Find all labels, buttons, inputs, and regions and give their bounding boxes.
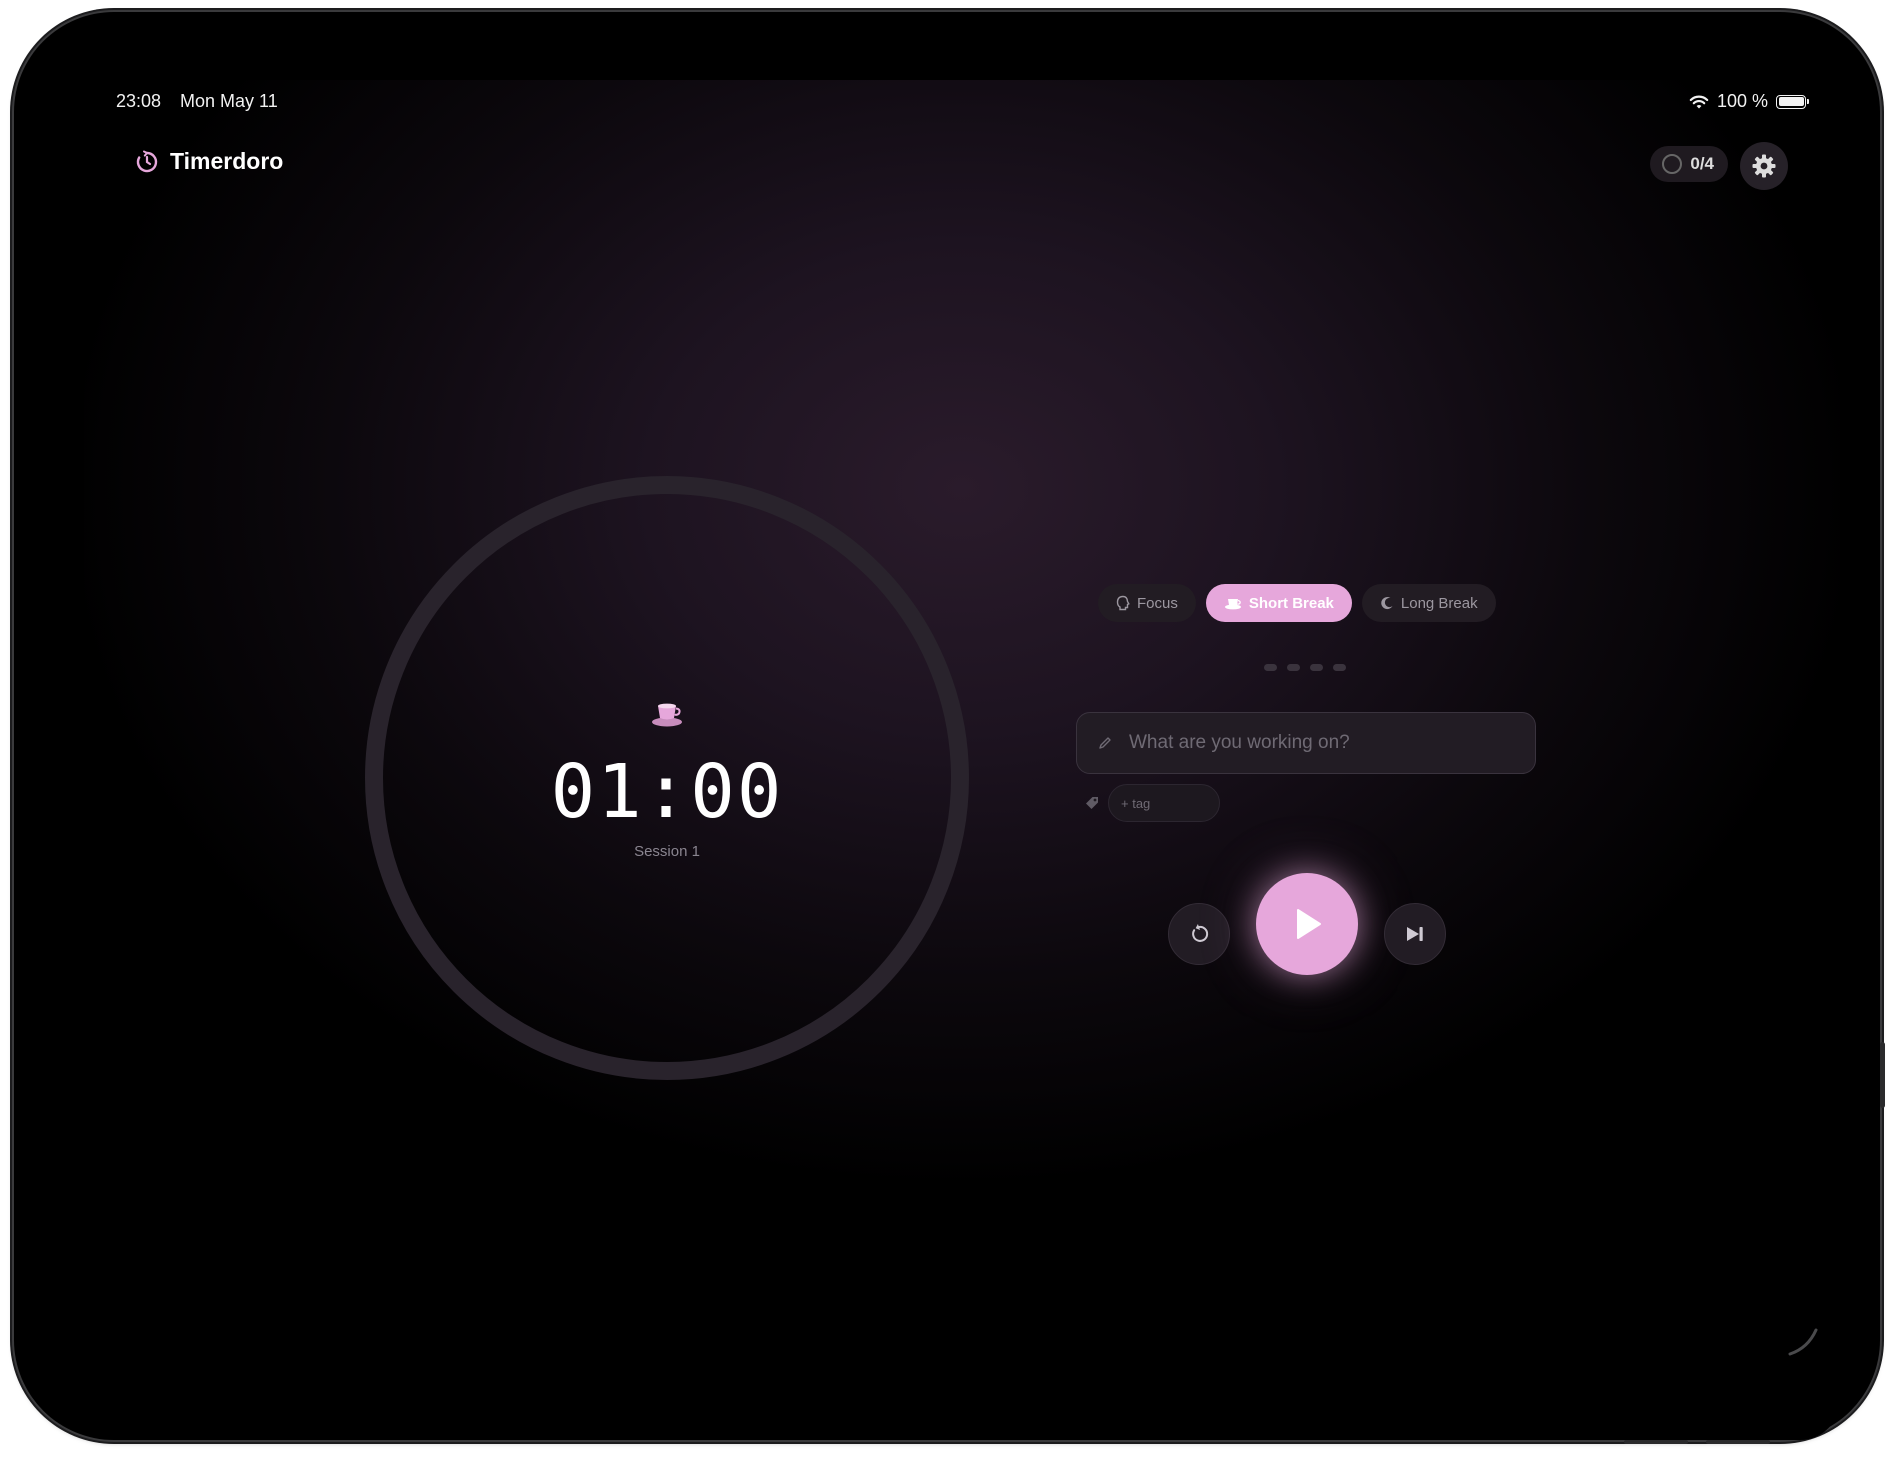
ipad-frame: 23:08 Mon May 11 100 % Timerdoro 0/4 01:…	[14, 12, 1885, 1444]
corner-indicator-icon	[1788, 1328, 1818, 1356]
brain-icon	[1116, 595, 1130, 611]
play-icon	[1297, 909, 1321, 939]
session-count: 0/4	[1690, 154, 1714, 173]
tab-short-break[interactable]: Short Break	[1205, 584, 1352, 622]
tab-label: Short Break	[1248, 594, 1334, 612]
task-field[interactable]	[1076, 712, 1536, 774]
status-time: 23:08	[116, 91, 162, 111]
coffee-cup-icon	[652, 703, 682, 727]
app-screen: 23:08 Mon May 11 100 % Timerdoro 0/4 01:…	[84, 80, 1840, 1440]
session-label: Session 1	[634, 843, 700, 860]
tag-icon	[1086, 797, 1098, 809]
top-button	[1624, 1440, 1688, 1444]
gear-icon	[1752, 154, 1776, 178]
battery-percent: 100 %	[1716, 91, 1768, 111]
top-button-2	[1706, 1440, 1770, 1444]
task-input[interactable]	[1127, 731, 1507, 755]
battery-icon	[1776, 94, 1809, 109]
tab-label: Focus	[1137, 594, 1178, 612]
moon-icon	[1381, 597, 1393, 610]
session-dot	[1310, 664, 1323, 671]
coffee-cup-icon	[1224, 599, 1241, 610]
session-dot	[1264, 664, 1277, 671]
mode-tabs: Focus Short Break Long Break	[1098, 584, 1496, 622]
tab-long-break[interactable]: Long Break	[1361, 584, 1496, 622]
play-button[interactable]	[1256, 873, 1358, 975]
tab-label: Long Break	[1400, 594, 1478, 612]
tab-focus[interactable]: Focus	[1098, 584, 1196, 622]
session-dot	[1287, 664, 1300, 671]
reset-icon	[1192, 923, 1209, 942]
timer-display: 01:00 Session 1	[365, 700, 969, 860]
status-date: Mon May 11	[180, 91, 278, 111]
pencil-icon	[1099, 737, 1111, 749]
app-title: Timerdoro	[170, 148, 284, 174]
reset-button[interactable]	[1168, 903, 1230, 965]
timer-value: 01:00	[550, 749, 784, 835]
brand: Timerdoro	[134, 148, 283, 175]
session-dot	[1333, 664, 1346, 671]
tag-placeholder: + tag	[1121, 795, 1151, 811]
session-progress-pill[interactable]: 0/4	[1650, 146, 1728, 182]
add-tag-button[interactable]: + tag	[1108, 784, 1220, 822]
tag-row: + tag	[1084, 784, 1220, 822]
volume-button	[1880, 1042, 1885, 1108]
app-header: Timerdoro 0/4	[84, 136, 1840, 196]
session-dots	[1264, 664, 1346, 671]
status-bar: 23:08 Mon May 11 100 %	[84, 80, 1840, 128]
skip-forward-icon	[1407, 927, 1423, 941]
timer-logo-icon	[136, 150, 158, 172]
wifi-icon	[1689, 95, 1709, 108]
status-indicators: 100 %	[1689, 91, 1809, 112]
settings-button[interactable]	[1740, 142, 1788, 190]
progress-ring-icon	[1662, 154, 1683, 174]
skip-button[interactable]	[1384, 903, 1446, 965]
